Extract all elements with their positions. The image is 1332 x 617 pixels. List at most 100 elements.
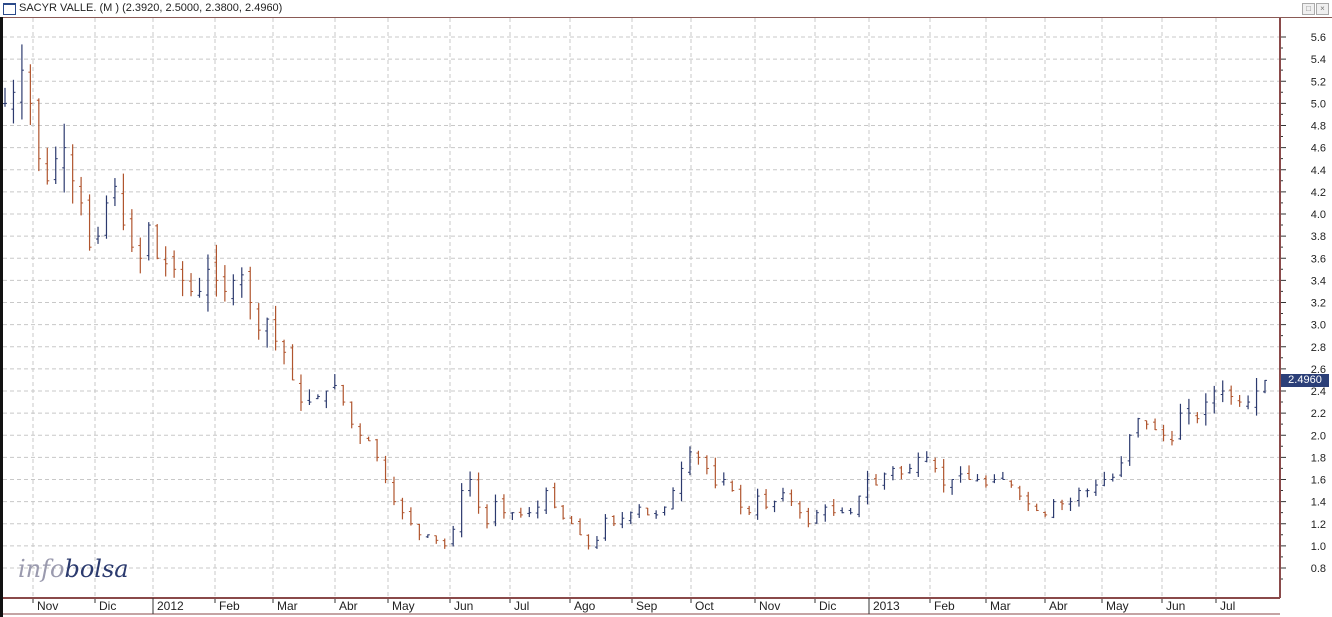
y-tick-label: 4.2: [1311, 187, 1326, 199]
y-tick-label: 3.4: [1311, 275, 1326, 287]
ohlc-bar: [907, 463, 912, 474]
x-tick-label: Mar: [990, 599, 1011, 613]
ohlc-bar: [586, 534, 591, 550]
ohlc-bar: [527, 507, 532, 518]
y-tick-label: 3.2: [1311, 298, 1326, 310]
ohlc-bar: [1203, 393, 1208, 426]
ohlc-bar: [408, 507, 413, 526]
y-tick-label: 1.6: [1311, 475, 1326, 487]
ohlc-bar: [645, 507, 650, 516]
ohlc-bar: [442, 538, 447, 549]
ohlc-bar: [789, 489, 794, 507]
ohlc-bar: [1093, 479, 1098, 496]
x-tick-label: Dic: [99, 599, 116, 613]
ohlc-bar: [713, 457, 718, 489]
ohlc-bar: [671, 487, 676, 510]
ohlc-bar: [594, 536, 599, 549]
ohlc-bar: [510, 512, 515, 521]
ohlc-bar: [1034, 503, 1039, 512]
y-tick-label: 1.0: [1311, 541, 1326, 553]
ohlc-bar: [62, 123, 67, 193]
ohlc-bar: [138, 237, 143, 274]
ohlc-bar: [797, 500, 802, 519]
ohlc-bar: [772, 500, 777, 513]
ohlc-bar: [721, 472, 726, 486]
ohlc-bar: [104, 195, 109, 239]
x-tick-label: Abr: [339, 599, 358, 613]
y-tick-label: 4.8: [1311, 121, 1326, 133]
ohlc-bar: [11, 79, 16, 124]
ohlc-bar: [265, 317, 270, 348]
ohlc-bar: [79, 176, 84, 216]
ohlc-bar: [806, 507, 811, 528]
ohlc-bar: [459, 483, 464, 538]
ohlc-bar: [738, 484, 743, 515]
y-tick-label: 4.6: [1311, 143, 1326, 155]
ohlc-bar: [87, 194, 92, 251]
last-price-label: 2.4960: [1281, 374, 1329, 388]
ohlc-bar: [501, 494, 506, 519]
ohlc-bar: [307, 389, 312, 405]
ohlc-bar: [611, 515, 616, 527]
infobolsa-logo: infobolsa: [18, 555, 129, 583]
ohlc-bar: [561, 505, 566, 520]
ohlc-bar: [425, 534, 430, 538]
ohlc-bar: [764, 489, 769, 510]
ohlc-bar: [45, 147, 50, 185]
ohlc-bar: [282, 339, 287, 365]
ohlc-bar: [476, 472, 481, 514]
ohlc-bar: [535, 500, 540, 519]
y-tick-label: 1.4: [1311, 497, 1326, 509]
y-tick-label: 5.0: [1311, 98, 1326, 110]
y-tick-label: 4.0: [1311, 209, 1326, 221]
ohlc-bar: [950, 479, 955, 495]
ohlc-bar: [19, 44, 24, 120]
ohlc-bar: [857, 495, 862, 518]
ohlc-bar: [391, 476, 396, 506]
ohlc-bar: [544, 487, 549, 515]
y-tick-label: 3.8: [1311, 231, 1326, 243]
y-tick-label: 2.2: [1311, 408, 1326, 420]
ohlc-bar: [222, 265, 227, 302]
ohlc-bar: [96, 226, 101, 244]
ohlc-bar: [578, 518, 583, 536]
x-tick-label: Mar: [277, 599, 298, 613]
ohlc-bar: [1000, 471, 1005, 480]
y-tick-label: 2.8: [1311, 342, 1326, 354]
ohlc-bar: [315, 394, 320, 400]
ohlc-bar: [1076, 487, 1081, 507]
ohlc-bar: [1178, 403, 1183, 440]
ohlc-bar: [518, 507, 523, 518]
ohlc-bar: [662, 506, 667, 516]
ohlc-bar: [172, 250, 177, 278]
x-tick-label: Feb: [219, 599, 240, 613]
ohlc-bar: [1051, 499, 1056, 519]
x-tick-label: Jul: [514, 599, 529, 613]
ohlc-bar: [780, 487, 785, 502]
ohlc-bar: [730, 480, 735, 492]
ohlc-bar: [1144, 420, 1149, 430]
ohlc-bar: [366, 436, 371, 442]
ohlc-bar: [324, 390, 329, 409]
ohlc-bar: [189, 273, 194, 297]
ohlc-bar: [933, 457, 938, 473]
ohlc-bar: [273, 305, 278, 351]
ohlc-bar: [1119, 456, 1124, 478]
x-tick-label: Jun: [1166, 599, 1185, 613]
ohlc-bar: [637, 504, 642, 518]
ohlc-bar: [552, 482, 557, 509]
ohlc-bar: [899, 465, 904, 480]
ohlc-bar: [28, 64, 33, 125]
ohlc-bar: [341, 384, 346, 406]
y-tick-label: 1.8: [1311, 452, 1326, 464]
ohlc-bar: [451, 525, 456, 547]
ohlc-bar: [400, 497, 405, 520]
y-tick-label: 5.6: [1311, 32, 1326, 44]
ohlc-bar: [434, 535, 439, 544]
ohlc-bar: [747, 505, 752, 515]
ohlc-bar: [298, 374, 303, 411]
ohlc-bar: [654, 510, 659, 519]
y-tick-label: 1.2: [1311, 519, 1326, 531]
ohlc-bar: [468, 471, 473, 497]
x-tick-label: Feb: [934, 599, 955, 613]
